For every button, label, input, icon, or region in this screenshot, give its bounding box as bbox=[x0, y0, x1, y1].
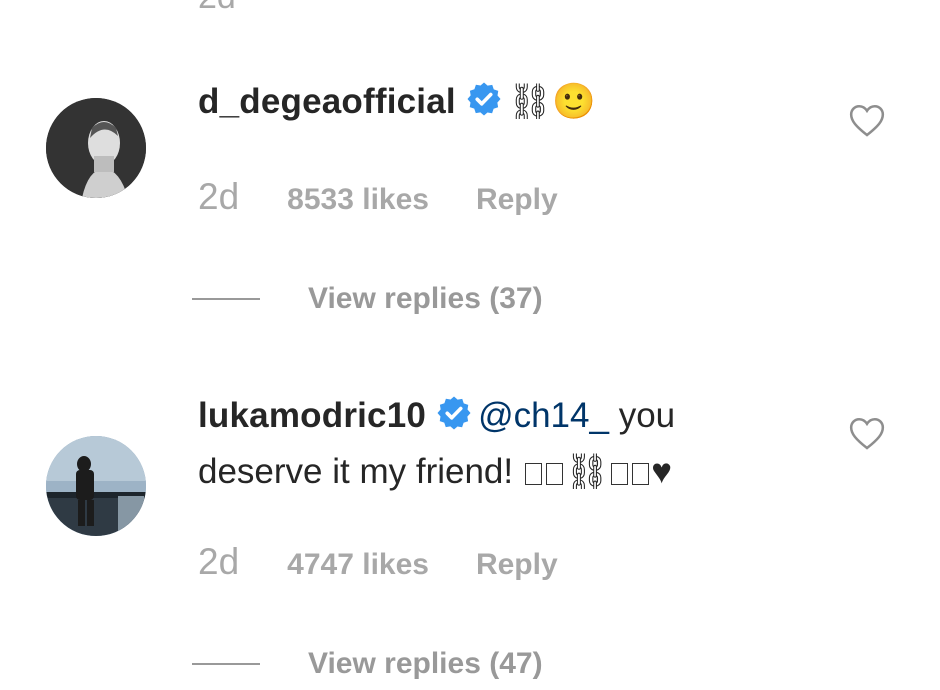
missing-glyph-icon bbox=[524, 463, 542, 485]
replies-divider bbox=[192, 298, 260, 300]
comment-body-part: deserve it my friend! bbox=[198, 452, 514, 491]
comment-time[interactable]: 2d bbox=[198, 176, 239, 218]
view-replies-label: View replies (47) bbox=[308, 647, 543, 680]
comment-body-part: you bbox=[608, 396, 676, 435]
avatar[interactable] bbox=[46, 98, 146, 198]
comment-text: lukamodric10 @ch14_ you deserve it my fri… bbox=[198, 390, 818, 498]
comment-text: d_degeaofficial ⛓🙂 bbox=[198, 76, 818, 132]
missing-glyph-icon bbox=[632, 463, 650, 485]
missing-glyph-icon bbox=[545, 463, 563, 485]
view-replies-label: View replies (37) bbox=[308, 282, 543, 315]
comment-username[interactable]: d_degeaofficial bbox=[198, 82, 456, 121]
view-replies-button[interactable]: View replies (47) bbox=[192, 644, 543, 684]
comment-username[interactable]: lukamodric10 bbox=[198, 396, 426, 435]
verified-badge-icon bbox=[466, 80, 502, 132]
likes-count[interactable]: 8533 likes bbox=[287, 183, 429, 217]
avatar[interactable] bbox=[46, 436, 146, 536]
like-heart-icon[interactable] bbox=[848, 102, 886, 138]
comment-emoji: ⛓🙂 bbox=[507, 82, 596, 121]
verified-badge-icon bbox=[436, 394, 472, 446]
heart-emoji: ♥ bbox=[651, 452, 673, 491]
view-replies-button[interactable]: View replies (37) bbox=[192, 279, 543, 319]
comment-line-2: deserve it my friend! ⛓ ♥ bbox=[198, 446, 818, 498]
comment-time[interactable]: 2d bbox=[198, 541, 239, 583]
comment-meta: 2d 8533 likes Reply bbox=[198, 176, 558, 218]
missing-glyph-icon bbox=[611, 463, 629, 485]
comment-emoji: ⛓ bbox=[564, 452, 610, 491]
likes-count[interactable]: 4747 likes bbox=[287, 548, 429, 582]
comment-line-1: lukamodric10 @ch14_ you bbox=[198, 390, 818, 446]
like-heart-icon[interactable] bbox=[848, 415, 886, 451]
comment-meta: 2d 4747 likes Reply bbox=[198, 541, 558, 583]
previous-comment-time: 2d bbox=[198, 0, 236, 17]
mention-link[interactable]: @ch14_ bbox=[478, 396, 609, 435]
reply-button[interactable]: Reply bbox=[476, 548, 558, 582]
replies-divider bbox=[192, 663, 260, 665]
reply-button[interactable]: Reply bbox=[476, 183, 558, 217]
